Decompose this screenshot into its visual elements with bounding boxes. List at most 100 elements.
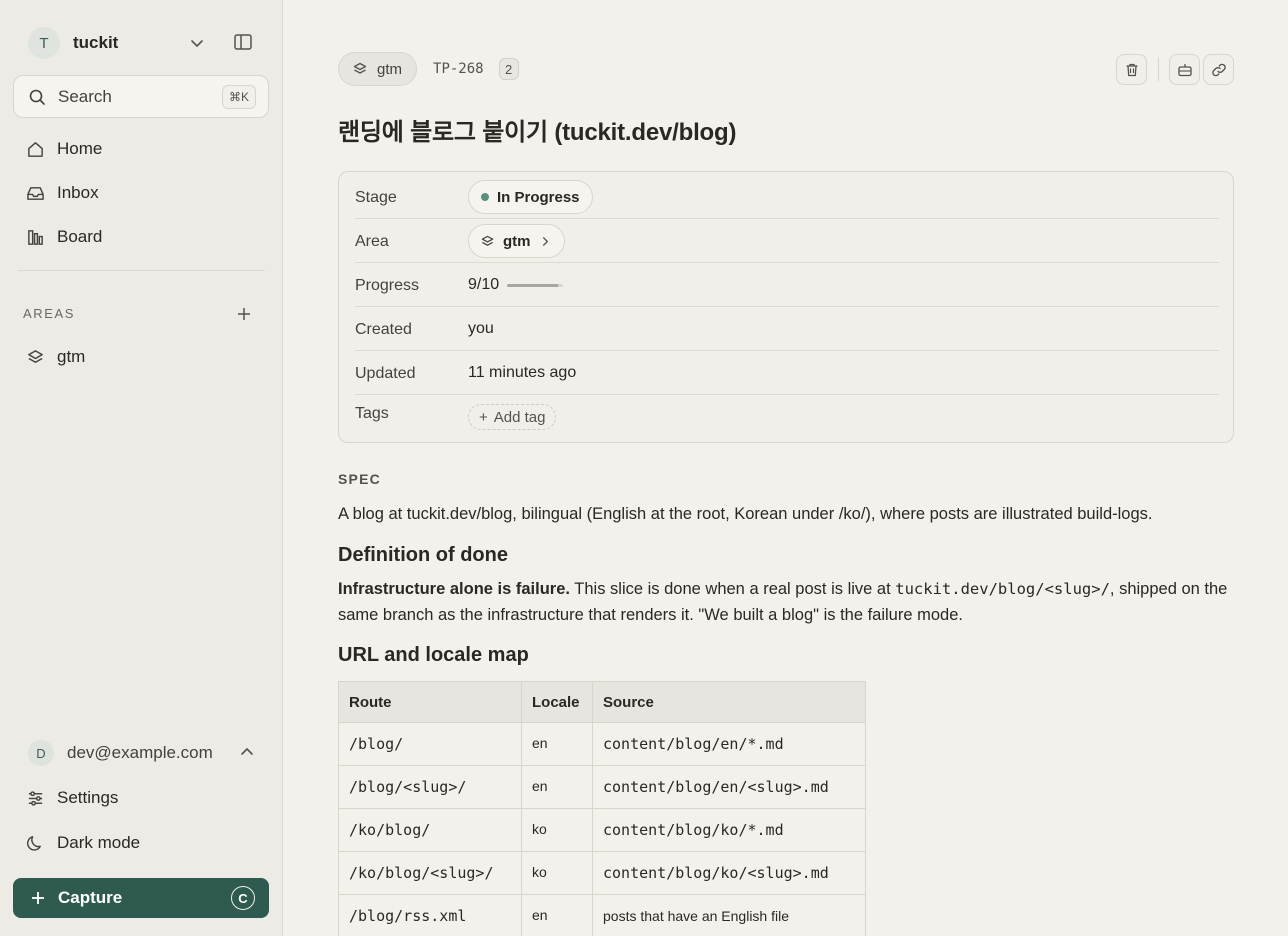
route-cell: /ko/blog/<slug>/: [338, 851, 522, 895]
heading-definition-of-done: Definition of done: [338, 544, 508, 566]
count-badge: 2: [498, 58, 519, 80]
section-label: SPEC: [338, 471, 381, 487]
intro-paragraph: A blog at tuckit.dev/blog, bilingual (En…: [338, 505, 1153, 523]
progress-value: 9/10: [468, 276, 500, 293]
property-row-created: Created you: [355, 307, 1219, 351]
route-cell: /blog/rss.xml: [338, 894, 522, 936]
table-row: /blog/ en content/blog/en/*.md: [338, 722, 866, 766]
layers-icon: [28, 349, 43, 363]
sidebar-item-board[interactable]: Board: [26, 222, 266, 252]
progress-bar: [507, 283, 564, 287]
search-button[interactable]: Search ⌘K: [13, 75, 269, 118]
settings-icon: [28, 790, 43, 806]
area-pill-label: gtm: [377, 60, 403, 78]
source-cell: content/blog/ko/<slug>.md: [592, 851, 866, 895]
delete-button[interactable]: [1116, 54, 1147, 85]
heading-url-map: URL and locale map: [338, 644, 529, 666]
property-row-progress: Progress 9/10: [355, 263, 1219, 307]
property-label: Updated: [355, 365, 416, 382]
plus-icon: +: [479, 408, 488, 426]
table-row: /ko/blog/ ko content/blog/ko/*.md: [338, 808, 866, 852]
column-header: Source: [592, 681, 866, 723]
sidebar: T tuckit Search ⌘K Home Inbox Board AREA…: [0, 0, 283, 936]
moon-icon: [27, 835, 41, 851]
column-header: Locale: [521, 681, 593, 723]
route-cell: /blog/: [338, 722, 522, 766]
route-cell: /ko/blog/: [338, 808, 522, 852]
table-row: /ko/blog/<slug>/ ko content/blog/ko/<slu…: [338, 851, 866, 895]
area-value: gtm: [503, 232, 531, 250]
workspace-name: tuckit: [73, 33, 119, 52]
done-paragraph: Infrastructure alone is failure. This sl…: [338, 576, 1234, 628]
sidebar-item-gtm[interactable]: gtm: [26, 342, 266, 372]
avatar: D: [28, 740, 54, 766]
property-row-area: Area gtm: [355, 219, 1219, 263]
sidebar-item-home[interactable]: Home: [26, 134, 266, 164]
chevron-up-icon[interactable]: [239, 744, 255, 760]
inline-code: tuckit.dev/blog/<slug>/: [895, 580, 1110, 598]
area-select[interactable]: gtm: [468, 224, 565, 258]
property-row-tags: Tags + Add tag: [355, 395, 1219, 439]
source-cell: content/blog/ko/*.md: [592, 808, 866, 852]
add-area-icon[interactable]: [236, 306, 252, 322]
property-value: + Add tag: [468, 395, 557, 439]
search-icon: [29, 89, 45, 105]
sidebar-item-label: Home: [57, 139, 103, 158]
agent-button[interactable]: [1169, 54, 1200, 85]
breadcrumb: gtm TP-268 2: [338, 52, 519, 86]
status-dot: [481, 193, 489, 201]
areas-heading: AREAS: [23, 306, 76, 321]
user-email: dev@example.com: [67, 743, 213, 762]
sidebar-item-inbox[interactable]: Inbox: [26, 178, 266, 208]
task-id: TP-268: [433, 61, 484, 77]
locale-cell: ko: [521, 808, 593, 852]
property-label: Stage: [355, 189, 397, 206]
source-cell: content/blog/en/<slug>.md: [592, 765, 866, 809]
capture-button[interactable]: Capture C: [13, 878, 269, 918]
table-header-row: Route Locale Source: [338, 681, 866, 723]
home-icon: [28, 141, 43, 157]
settings-label: Settings: [57, 788, 119, 807]
properties-panel: Stage In Progress Area gtm Progress 9/10…: [338, 171, 1234, 443]
board-icon: [28, 229, 43, 245]
toolbar-divider: [1158, 57, 1159, 81]
user-menu[interactable]: D dev@example.com: [28, 739, 258, 767]
table-row: /blog/<slug>/ en content/blog/en/<slug>.…: [338, 765, 866, 809]
updated-value: 11 minutes ago: [468, 364, 577, 381]
layers-icon: [481, 235, 494, 246]
locale-cell: en: [521, 765, 593, 809]
capture-label: Capture: [58, 888, 123, 907]
locale-cell: ko: [521, 851, 593, 895]
table-row: /blog/rss.xml en posts that have an Engl…: [338, 894, 866, 936]
link-icon: [1211, 63, 1226, 76]
property-value: 9/10: [468, 263, 564, 307]
settings-button[interactable]: Settings: [26, 783, 266, 813]
source-cell: content/blog/en/*.md: [592, 722, 866, 766]
property-label: Tags: [355, 405, 389, 422]
copy-link-button[interactable]: [1203, 54, 1234, 85]
stage-select[interactable]: In Progress: [468, 180, 593, 214]
chevron-right-icon: [542, 236, 548, 246]
created-value: you: [468, 320, 494, 337]
property-label: Area: [355, 233, 389, 250]
column-header: Route: [338, 681, 522, 723]
sidebar-item-label: Inbox: [57, 183, 99, 202]
area-pill[interactable]: gtm: [338, 52, 418, 86]
chevron-down-icon[interactable]: [188, 34, 206, 52]
inbox-icon: [27, 186, 44, 200]
locale-cell: en: [521, 722, 593, 766]
property-label: Created: [355, 321, 412, 338]
stage-value: In Progress: [497, 188, 580, 206]
property-row-stage: Stage In Progress: [355, 175, 1219, 219]
sidebar-item-label: Board: [57, 227, 103, 246]
sidebar-toggle-icon[interactable]: [233, 32, 253, 52]
property-value: In Progress: [468, 175, 593, 219]
add-tag-button[interactable]: + Add tag: [468, 404, 557, 430]
route-cell: /blog/<slug>/: [338, 765, 522, 809]
workspace-switcher[interactable]: T tuckit: [28, 27, 258, 59]
search-label: Search: [58, 86, 112, 106]
dark-mode-toggle[interactable]: Dark mode: [26, 828, 266, 858]
property-label: Progress: [355, 277, 420, 294]
done-text: This slice is done when a real post is l…: [569, 580, 896, 598]
property-value: gtm: [468, 219, 565, 263]
